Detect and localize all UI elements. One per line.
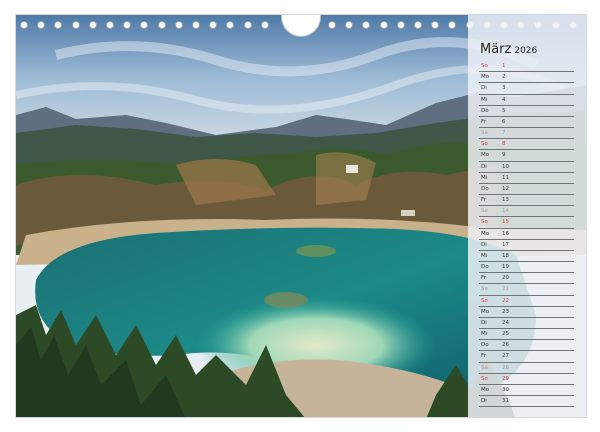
weekday-label: Fr bbox=[481, 353, 487, 360]
weekday-label: So bbox=[481, 63, 488, 69]
date-number: 31 bbox=[502, 398, 509, 405]
date-number: 2 bbox=[502, 74, 506, 81]
weekday-label: Mi bbox=[481, 96, 488, 103]
weekday-label: Mi bbox=[481, 252, 488, 259]
month-name: März bbox=[480, 42, 512, 57]
day-row: Sa 21 bbox=[479, 284, 574, 296]
day-row: Di 10 bbox=[479, 162, 574, 173]
weekday-label: Di bbox=[481, 398, 487, 405]
day-row: Do 5 bbox=[479, 106, 574, 117]
day-row: Do 26 bbox=[479, 340, 574, 352]
day-row: Mi 4 bbox=[479, 95, 574, 106]
month-title: März 2026 bbox=[480, 42, 537, 57]
date-number: 16 bbox=[502, 230, 509, 237]
weekday-label: Mi bbox=[481, 331, 488, 338]
date-number: 3 bbox=[502, 85, 506, 92]
date-number: 30 bbox=[502, 386, 509, 393]
weekday-label: Fr bbox=[481, 275, 487, 282]
weekday-label: Do bbox=[481, 342, 489, 349]
day-row: Fr 20 bbox=[479, 273, 574, 285]
day-row: Sa 28 bbox=[479, 363, 574, 374]
day-row: Sa 14 bbox=[479, 206, 574, 218]
day-row: Fr 6 bbox=[479, 117, 574, 129]
weekday-label: Mo bbox=[481, 230, 490, 237]
day-row: So 8 bbox=[479, 139, 574, 151]
date-number: 18 bbox=[502, 252, 509, 259]
date-number: 23 bbox=[502, 308, 509, 315]
day-row: Mo 23 bbox=[479, 307, 574, 318]
day-row: Di 24 bbox=[479, 318, 574, 330]
date-number: 7 bbox=[502, 130, 506, 137]
date-number: 12 bbox=[502, 185, 509, 192]
date-number: 28 bbox=[502, 364, 509, 371]
weekday-label: Fr bbox=[481, 197, 487, 204]
date-number: 4 bbox=[502, 96, 506, 103]
date-number: 1 bbox=[502, 63, 506, 69]
date-number: 8 bbox=[502, 141, 506, 148]
date-number: 17 bbox=[502, 241, 509, 248]
weekday-label: Mo bbox=[481, 308, 490, 315]
day-row: Sa 7 bbox=[479, 128, 574, 140]
date-number: 15 bbox=[502, 219, 509, 226]
weekday-label: Di bbox=[481, 241, 487, 248]
date-number: 29 bbox=[502, 375, 509, 382]
weekday-label: So bbox=[481, 219, 488, 226]
day-row: So 29 bbox=[479, 374, 574, 385]
month-year: 2026 bbox=[514, 46, 538, 56]
day-row: Di 3 bbox=[479, 83, 574, 95]
day-row: Fr 27 bbox=[479, 351, 574, 363]
weekday-label: Di bbox=[481, 319, 487, 326]
calendar-page: März 2026 So 1 Mo 2 Di 3 Mi 4 Do 5 Fr 6 Sa 7 So 8 Mo 9 Di 10… bbox=[15, 14, 587, 418]
weekday-label: Sa bbox=[481, 364, 488, 371]
weekday-label: Mo bbox=[481, 386, 490, 393]
weekday-label: Do bbox=[481, 107, 489, 114]
weekday-label: Mo bbox=[481, 152, 490, 159]
weekday-label: Di bbox=[481, 163, 487, 170]
date-number: 11 bbox=[502, 174, 509, 181]
weekday-label: Sa bbox=[481, 208, 488, 215]
date-number: 10 bbox=[502, 163, 509, 170]
day-list: So 1 Mo 2 Di 3 Mi 4 Do 5 Fr 6 Sa 7 So 8 Mo 9 Di 10 Mi 11 Do 12 F… bbox=[479, 61, 574, 408]
weekday-label: So bbox=[481, 297, 488, 304]
weekday-label: Mo bbox=[481, 74, 490, 81]
date-number: 9 bbox=[502, 152, 506, 159]
calendar-panel: März 2026 So 1 Mo 2 Di 3 Mi 4 Do 5 Fr 6 Sa 7 So 8 Mo 9 Di 10… bbox=[468, 15, 586, 417]
weekday-label: Sa bbox=[481, 286, 488, 293]
weekday-label: Do bbox=[481, 185, 489, 192]
day-row: Mo 9 bbox=[479, 150, 574, 162]
day-row: Do 19 bbox=[479, 262, 574, 274]
day-row: Di 31 bbox=[479, 396, 574, 408]
date-number: 27 bbox=[502, 353, 509, 360]
weekday-label: Do bbox=[481, 264, 489, 271]
date-number: 21 bbox=[502, 286, 509, 293]
date-number: 20 bbox=[502, 275, 509, 282]
date-number: 13 bbox=[502, 197, 509, 204]
date-number: 5 bbox=[502, 107, 506, 114]
date-number: 24 bbox=[502, 319, 509, 326]
weekday-label: So bbox=[481, 375, 488, 382]
date-number: 14 bbox=[502, 208, 509, 215]
day-row: Mi 11 bbox=[479, 173, 574, 184]
day-row: Mo 16 bbox=[479, 229, 574, 240]
date-number: 26 bbox=[502, 342, 509, 349]
date-number: 19 bbox=[502, 264, 509, 271]
day-row: Mi 25 bbox=[479, 329, 574, 341]
day-row: So 15 bbox=[479, 217, 574, 229]
date-number: 25 bbox=[502, 331, 509, 338]
date-number: 6 bbox=[502, 118, 506, 125]
day-row: Fr 13 bbox=[479, 195, 574, 207]
day-row: So 22 bbox=[479, 296, 574, 307]
day-row: Mo 2 bbox=[479, 72, 574, 84]
day-row: Do 12 bbox=[479, 184, 574, 196]
day-row: Mo 30 bbox=[479, 385, 574, 397]
weekday-label: Sa bbox=[481, 130, 488, 137]
date-number: 22 bbox=[502, 297, 509, 304]
weekday-label: Di bbox=[481, 85, 487, 92]
day-row: So 1 bbox=[479, 61, 574, 73]
day-row: Mi 18 bbox=[479, 251, 574, 263]
weekday-label: Fr bbox=[481, 118, 487, 125]
weekday-label: So bbox=[481, 141, 488, 148]
weekday-label: Mi bbox=[481, 174, 488, 181]
day-row: Di 17 bbox=[479, 240, 574, 251]
